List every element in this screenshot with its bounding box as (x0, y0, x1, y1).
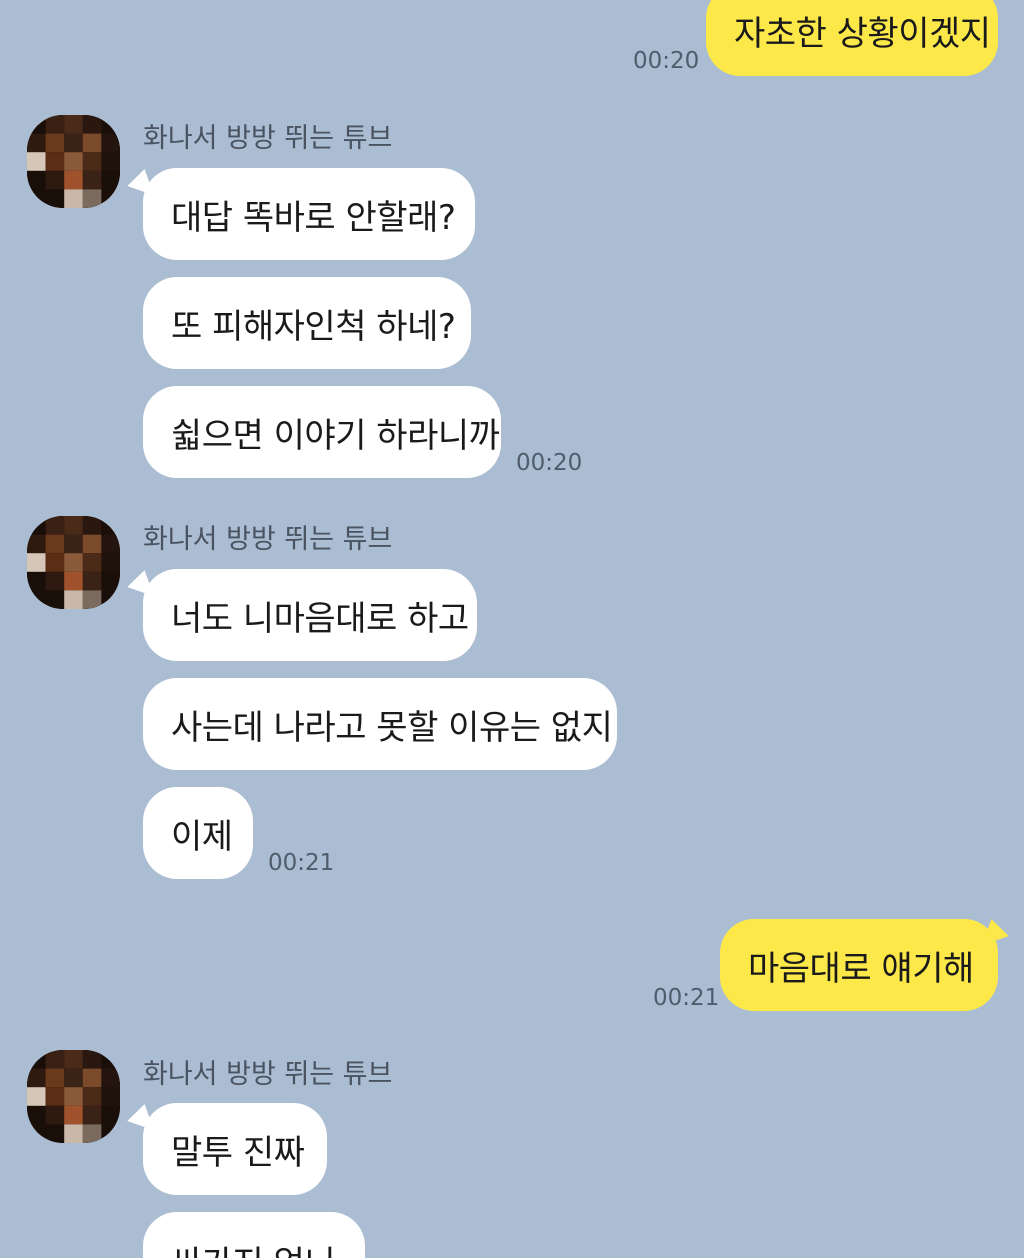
sender-avatar[interactable] (27, 516, 120, 609)
sender-avatar[interactable] (27, 115, 120, 208)
message-text: 자초한 상황이겠지 (734, 13, 991, 54)
message-time: 00:21 (653, 985, 720, 1011)
sender-name: 화나서 방방 뛰는 튜브 (143, 123, 393, 154)
message-time: 00:20 (516, 450, 583, 476)
message-bubble[interactable]: 쉷으면 이야기 하라니까 (143, 386, 501, 478)
message-bubble[interactable]: 대답 똑바로 안할래? (143, 168, 475, 260)
sender-avatar[interactable] (27, 1050, 120, 1143)
message-text: 너도 니마음대로 하고 (171, 598, 469, 639)
avatar-pixel-icon (27, 1050, 120, 1143)
message-text: 싸가지 없니 (171, 1236, 336, 1258)
message-time: 00:21 (268, 850, 335, 876)
message-text: 대답 똑바로 안할래? (171, 197, 456, 238)
message-bubble[interactable]: 싸가지 없니 (143, 1212, 365, 1258)
avatar-pixel-icon (27, 115, 120, 208)
message-text: 사는데 나라고 못할 이유는 없지 (171, 707, 613, 748)
message-bubble[interactable]: 말투 진짜 (143, 1103, 327, 1195)
message-time: 00:20 (633, 48, 700, 74)
my-message-bubble[interactable]: 마음대로 얘기해 (720, 919, 998, 1011)
message-bubble[interactable]: 사는데 나라고 못할 이유는 없지 (143, 678, 617, 770)
message-text: 이제 (171, 816, 233, 857)
my-message-bubble[interactable]: 자초한 상황이겠지 (706, 0, 998, 76)
message-text: 쉷으면 이야기 하라니까 (171, 415, 500, 456)
message-text: 마음대로 얘기해 (748, 948, 974, 989)
message-text: 말투 진짜 (171, 1132, 305, 1173)
avatar-pixel-icon (27, 516, 120, 609)
message-bubble[interactable]: 너도 니마음대로 하고 (143, 569, 477, 661)
message-text: 또 피해자인척 하네? (171, 306, 456, 347)
message-bubble[interactable]: 이제 (143, 787, 253, 879)
sender-name: 화나서 방방 뛰는 튜브 (143, 1059, 393, 1090)
sender-name: 화나서 방방 뛰는 튜브 (143, 524, 393, 555)
chat-room[interactable]: 00:20 자초한 상황이겠지 화나서 방방 뛰는 튜브 대답 똑바로 안할래?… (0, 0, 1024, 1258)
message-bubble[interactable]: 또 피해자인척 하네? (143, 277, 471, 369)
